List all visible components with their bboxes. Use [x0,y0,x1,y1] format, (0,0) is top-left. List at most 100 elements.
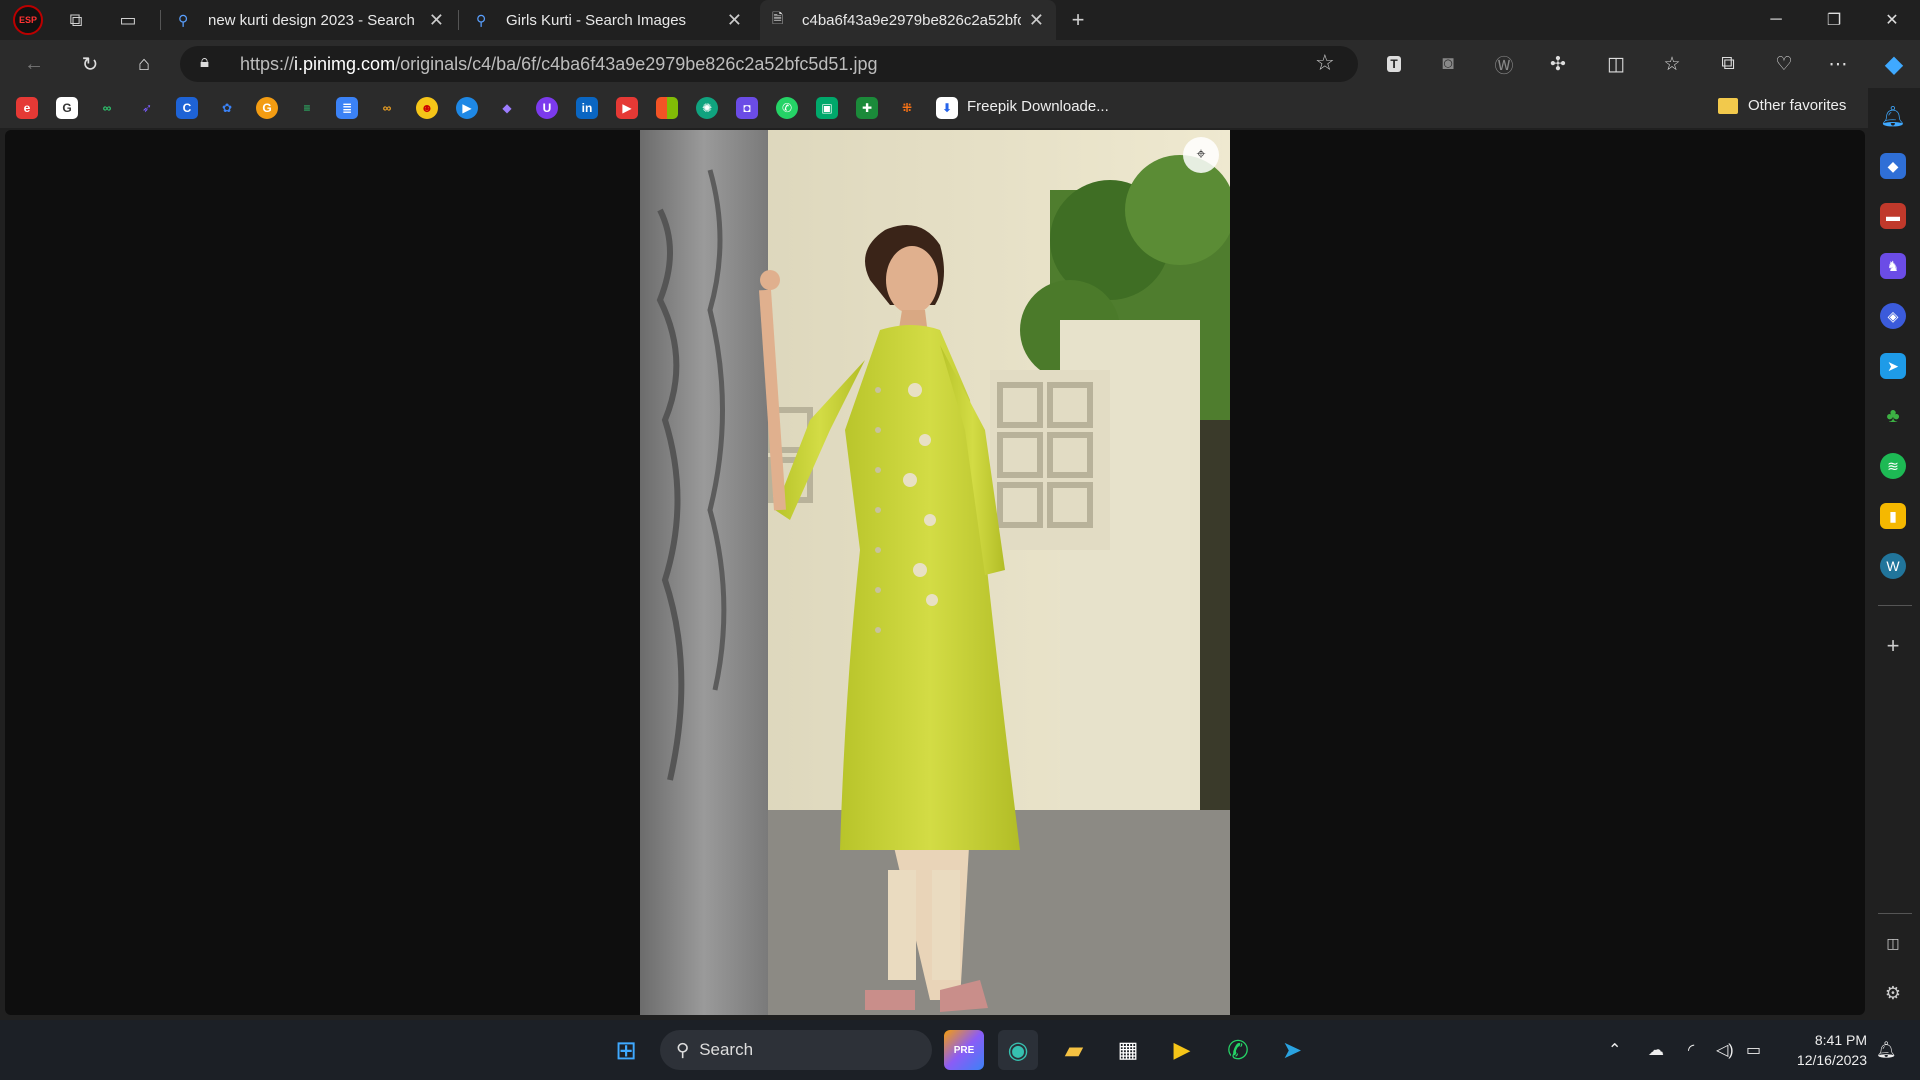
url-path: /originals/c4/ba/6f/c4ba6f43a9e2979be826… [395,53,878,74]
fav-u-icon[interactable]: U [536,97,558,119]
tab-title: Girls Kurti - Search Images [506,11,687,29]
onedrive-cloud-icon[interactable]: ☁ [1648,1040,1664,1060]
browser-essentials-icon[interactable]: ♡ [1764,46,1804,82]
profile-button[interactable]: ESP [0,0,56,40]
collections-icon[interactable]: ⧉ [1708,46,1748,82]
fav-gear-icon[interactable]: ✿ [216,97,238,119]
other-favorites-folder[interactable]: Other favorites [1718,97,1846,114]
fav-e-icon[interactable]: e [16,97,38,119]
sidebar-separator [1878,605,1912,606]
taskbar-search[interactable]: ⚲ Search [660,1030,932,1070]
extension-t-icon[interactable]: T [1374,46,1414,82]
start-windows-icon[interactable]: ⊞ [606,1030,646,1070]
tab-girls-kurti[interactable]: ⚲ Girls Kurti - Search Images ✕ [464,0,754,40]
tools-briefcase-icon[interactable]: ▬ [1880,203,1906,229]
fav-youtube-icon[interactable]: ▶ [616,97,638,119]
tab-title: new kurti design 2023 - Search [208,11,415,29]
copilot-side-icon[interactable]: ◈ [1880,303,1906,329]
clock[interactable]: 8:41 PM 12/16/2023 [1785,1030,1867,1070]
wifi-icon[interactable]: ◜ [1688,1040,1694,1060]
notification-bell-icon[interactable]: 🔔︎ [1876,1040,1896,1060]
file-explorer-icon[interactable]: ▰ [1054,1030,1094,1070]
url-scheme: https:// [240,53,295,74]
games-chess-icon[interactable]: ♞ [1880,253,1906,279]
close-window-button[interactable]: ✕ [1864,0,1920,40]
fav-microsoft-icon[interactable] [656,97,678,119]
fav-c-icon[interactable]: C [176,97,198,119]
wordpress-ext-icon[interactable]: Ⓦ [1484,46,1524,82]
new-tab-button[interactable]: + [1058,0,1098,40]
microsoft-store-icon[interactable]: ▦ [1108,1030,1148,1070]
volume-icon[interactable]: ◁) [1716,1040,1734,1060]
split-screen-icon[interactable]: ◫ [1596,46,1636,82]
tree-icon[interactable]: ♣ [1880,403,1906,429]
fav-g-orange-icon[interactable]: G [256,97,278,119]
fav-g-doc-icon[interactable]: G [56,97,78,119]
clock-date: 12/16/2023 [1796,1052,1867,1068]
favorites-icon[interactable]: ☆ [1652,46,1692,82]
fav-whatsapp-icon[interactable]: ✆ [776,97,798,119]
back-button[interactable]: ← [12,40,56,88]
address-bar[interactable]: https://i.pinimg.com/originals/c4/ba/6f/… [180,46,1358,82]
fav-meet-icon[interactable]: ▣ [816,97,838,119]
edge-taskbar-icon[interactable]: ◉ [998,1030,1038,1070]
copilot-icon[interactable]: ◆ [1874,46,1914,82]
battery-icon[interactable]: ▭ [1746,1040,1761,1060]
lock-icon[interactable]: 🔒︎ [200,52,209,72]
tab-actions-icon[interactable]: ▭ [108,0,148,40]
taskbar-search-label: Search [699,1040,754,1059]
favorite-star-icon[interactable]: ☆ [1315,50,1335,76]
camera-icon[interactable]: ◙ [1428,46,1468,82]
fav-docs-icon[interactable]: ≣ [336,97,358,119]
photo-illustration [640,130,1230,1015]
visual-search-icon[interactable]: ⌖ [1183,137,1219,173]
keep-notes-icon[interactable]: ▮ [1880,503,1906,529]
extensions-icon[interactable]: ✣ [1538,46,1578,82]
fav-infinity-icon[interactable]: ∞ [96,97,118,119]
kurti-photo[interactable] [640,130,1230,1015]
fav-loop-icon[interactable]: ∞ [376,97,398,119]
sidebar-settings-gear-icon[interactable]: ⚙ [1880,980,1906,1006]
add-sidebar-app-icon[interactable]: + [1880,633,1906,659]
fav-play-icon[interactable]: ▶ [456,97,478,119]
close-icon[interactable]: ✕ [429,10,444,31]
tab-search-kurti[interactable]: ⚲ new kurti design 2023 - Search ✕ [166,0,456,40]
refresh-button[interactable]: ↻ [68,40,112,88]
whatsapp-taskbar-icon[interactable]: ✆ [1218,1030,1258,1070]
minimize-button[interactable]: ─ [1748,0,1804,40]
wordpress-icon[interactable]: W [1880,553,1906,579]
media-player-icon[interactable]: ▶ [1162,1030,1202,1070]
document-icon: 🗎 [772,10,784,26]
fav-drop-icon[interactable]: ◆ [496,97,518,119]
tab-separator [458,10,459,30]
chevron-up-icon[interactable]: ⌃ [1608,1040,1621,1060]
workspaces-icon[interactable]: ⧉ [56,0,96,40]
close-icon[interactable]: ✕ [1029,10,1044,31]
fav-arrow-icon[interactable]: ➶ [136,97,158,119]
fav-twitch-icon[interactable]: ◘ [736,97,758,119]
clock-time: 8:41 PM [1814,1032,1867,1048]
hide-sidebar-icon[interactable]: ◫ [1880,930,1906,956]
notifications-bell-icon[interactable]: 🔔︎ [1880,103,1906,129]
spotify-icon[interactable]: ≋ [1880,453,1906,479]
search-icon: ⚲ [676,1039,690,1060]
restore-button[interactable]: ❐ [1806,0,1862,40]
fav-flow-icon[interactable]: ⁜ [896,97,918,119]
fav-chatgpt-icon[interactable]: ✺ [696,97,718,119]
fav-freepik-label[interactable]: Freepik Downloade... [967,98,1109,115]
fav-lines-icon[interactable]: ≡ [296,97,318,119]
send-icon[interactable]: ➤ [1880,353,1906,379]
more-menu-icon[interactable]: ⋯ [1818,46,1858,82]
home-button[interactable]: ⌂ [122,40,166,88]
search-icon: ⚲ [476,11,487,28]
copilot-pre-icon[interactable]: PRE [944,1030,984,1070]
telegram-icon[interactable]: ➤ [1272,1030,1312,1070]
fav-emoji-icon[interactable]: ☻ [416,97,438,119]
tab-separator [160,10,161,30]
close-icon[interactable]: ✕ [727,10,742,31]
fav-freepik-icon[interactable]: ⬇ [936,97,958,119]
tab-image-active[interactable]: 🗎 c4ba6f43a9e2979be826c2a52bfc5d51.jpg ✕ [760,0,1056,40]
fav-linkedin-icon[interactable]: in [576,97,598,119]
fav-sheets-icon[interactable]: ✚ [856,97,878,119]
shopping-tag-icon[interactable]: ◆ [1880,153,1906,179]
